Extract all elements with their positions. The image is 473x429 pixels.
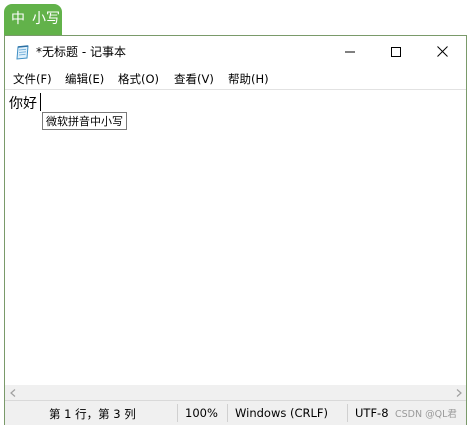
text-editor-area[interactable]: 你好 微软拼音中小写: [5, 89, 466, 386]
minimize-button[interactable]: [327, 36, 373, 67]
ime-candidate-text: 微软拼音中小写: [46, 115, 123, 128]
menu-bar: 文件(F) 编辑(E) 格式(O) 查看(V) 帮助(H): [5, 67, 466, 89]
menu-file[interactable]: 文件(F): [13, 71, 52, 87]
scroll-left-button[interactable]: [5, 385, 20, 400]
minimize-icon: [345, 51, 355, 52]
notepad-icon: [15, 45, 30, 60]
ime-case-label: 小写: [32, 11, 60, 27]
maximize-button[interactable]: [373, 36, 419, 67]
cursor-position: 第 1 行，第 3 列: [49, 407, 136, 421]
screen: 中小写 *无标题 - 记事本 文件(F) 编辑(E) 格式(O) 查看(V) 帮…: [0, 0, 473, 429]
menu-view[interactable]: 查看(V): [174, 71, 214, 87]
editor-content[interactable]: 你好: [9, 93, 37, 113]
close-icon: [436, 46, 448, 57]
notepad-window: *无标题 - 记事本 文件(F) 编辑(E) 格式(O) 查看(V) 帮助(H)…: [4, 35, 467, 425]
text-caret: [40, 93, 41, 111]
status-divider: [347, 404, 348, 422]
line-ending: Windows (CRLF): [235, 406, 329, 420]
menu-format[interactable]: 格式(O): [118, 71, 159, 87]
menu-edit[interactable]: 编辑(E): [65, 71, 104, 87]
close-button[interactable]: [419, 36, 465, 67]
scroll-right-button[interactable]: [451, 385, 466, 400]
title-bar[interactable]: *无标题 - 记事本: [5, 36, 466, 67]
maximize-icon: [391, 46, 401, 57]
watermark: CSDN @QL君: [395, 409, 457, 420]
horizontal-scrollbar[interactable]: [5, 385, 466, 400]
encoding: UTF-8: [355, 406, 389, 420]
chevron-left-icon: [9, 388, 15, 397]
menu-help[interactable]: 帮助(H): [228, 71, 269, 87]
ime-status-indicator[interactable]: 中小写: [4, 4, 62, 35]
status-divider: [177, 404, 178, 422]
zoom-level: 100%: [185, 406, 218, 420]
chevron-right-icon: [456, 388, 462, 397]
ime-candidate-tooltip: 微软拼音中小写: [42, 112, 127, 130]
ime-mode-label: 中: [11, 11, 25, 27]
status-divider: [227, 404, 228, 422]
window-title: *无标题 - 记事本: [36, 45, 126, 59]
